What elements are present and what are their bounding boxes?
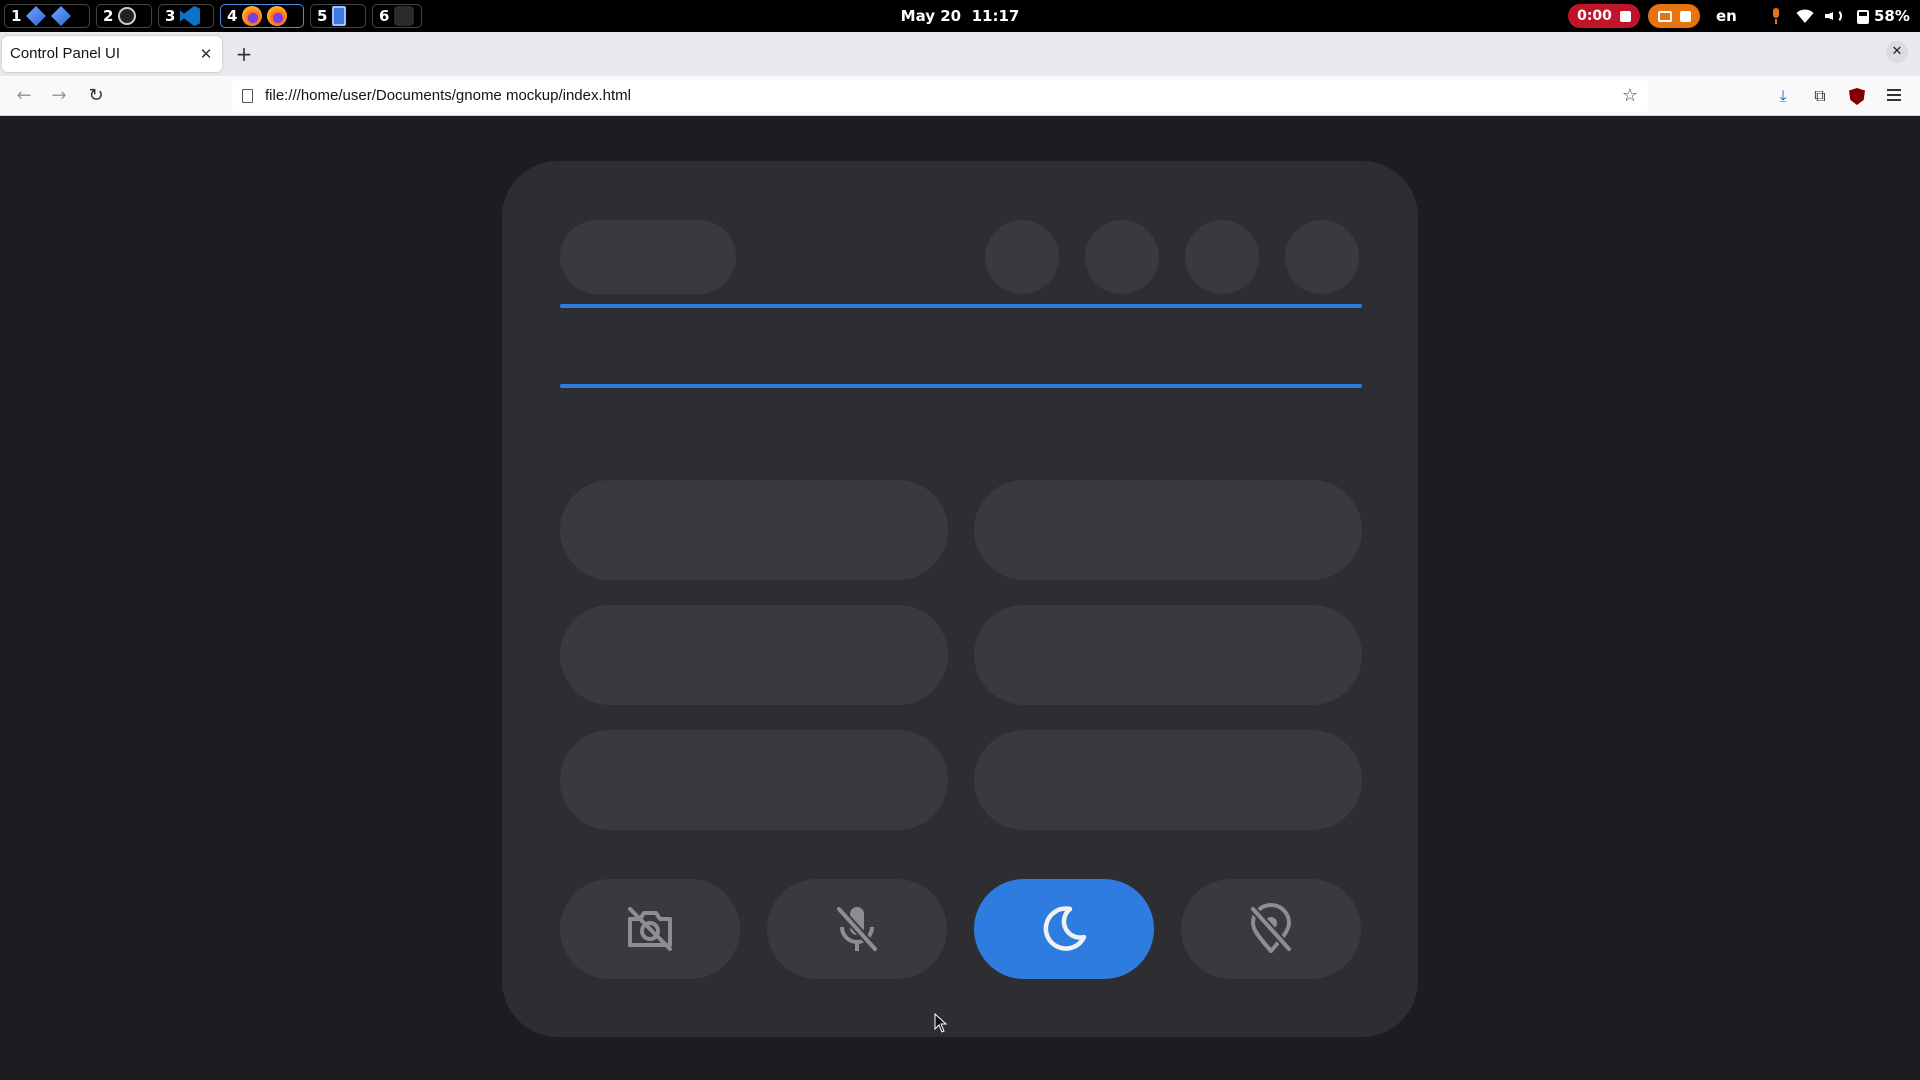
header-pill-placeholder[interactable] bbox=[560, 220, 736, 294]
keyboard-layout-indicator[interactable]: en bbox=[1716, 0, 1737, 32]
bookmark-star-icon[interactable]: ☆ bbox=[1622, 80, 1638, 112]
quick-setting-tile-3[interactable] bbox=[560, 605, 948, 705]
tab-title: Control Panel UI bbox=[10, 45, 121, 62]
brightness-slider[interactable] bbox=[560, 384, 1362, 388]
stop-icon bbox=[1619, 10, 1631, 22]
screen-recording-indicator[interactable]: 0:00 bbox=[1568, 4, 1640, 28]
url-text[interactable]: file:///home/user/Documents/gnome mockup… bbox=[265, 80, 631, 112]
quick-setting-tile-2[interactable] bbox=[974, 480, 1362, 580]
hamburger-menu-icon[interactable] bbox=[1887, 89, 1901, 101]
header-circle-button-3[interactable] bbox=[1185, 220, 1259, 294]
location-off-icon bbox=[1250, 903, 1292, 953]
quick-setting-tile-4[interactable] bbox=[974, 605, 1362, 705]
header-circle-button-4[interactable] bbox=[1285, 220, 1359, 294]
gnome-top-bar: 1 2 3 4 5 6 May 20 11:17 0:00 en 58% bbox=[0, 0, 1920, 32]
screencast-icon bbox=[1657, 10, 1672, 22]
camera-toggle-button[interactable] bbox=[560, 879, 740, 979]
do-not-disturb-toggle-button[interactable] bbox=[974, 879, 1154, 979]
camera-off-icon bbox=[628, 907, 672, 951]
location-toggle-button[interactable] bbox=[1181, 879, 1361, 979]
page-viewport bbox=[0, 117, 1920, 1080]
date: May 20 bbox=[900, 7, 962, 25]
moon-icon bbox=[1043, 906, 1087, 951]
quick-setting-tile-5[interactable] bbox=[560, 730, 948, 830]
wifi-icon[interactable] bbox=[1796, 8, 1814, 24]
stop-icon bbox=[1679, 10, 1691, 22]
browser-tab-bar: Control Panel UI ✕ + ✕ bbox=[0, 32, 1920, 76]
extensions-icon[interactable]: ⧉ bbox=[1808, 84, 1832, 108]
recording-time: 0:00 bbox=[1577, 8, 1612, 24]
battery-icon[interactable] bbox=[1857, 8, 1869, 24]
back-button[interactable]: ← bbox=[10, 82, 38, 110]
control-panel bbox=[502, 161, 1418, 1037]
tab-close-icon[interactable]: ✕ bbox=[196, 44, 216, 64]
browser-nav-bar: ← → ↻ file:///home/user/Documents/gnome … bbox=[0, 76, 1920, 116]
volume-slider[interactable] bbox=[560, 304, 1362, 308]
header-circle-button-2[interactable] bbox=[1085, 220, 1159, 294]
downloads-icon[interactable]: ⤓ bbox=[1771, 84, 1795, 108]
tab-control-panel-ui[interactable]: Control Panel UI ✕ bbox=[2, 36, 222, 72]
quick-setting-tile-6[interactable] bbox=[974, 730, 1362, 830]
forward-button[interactable]: → bbox=[45, 82, 73, 110]
quick-setting-tile-1[interactable] bbox=[560, 480, 948, 580]
microphone-in-use-icon[interactable] bbox=[1771, 8, 1781, 24]
new-tab-button[interactable]: + bbox=[234, 40, 254, 68]
window-close-button[interactable]: ✕ bbox=[1886, 41, 1908, 63]
volume-icon[interactable] bbox=[1825, 8, 1843, 24]
page-icon bbox=[242, 89, 253, 103]
battery-percentage[interactable]: 58% bbox=[1874, 0, 1910, 32]
time: 11:17 bbox=[971, 7, 1020, 25]
microphone-off-icon bbox=[836, 906, 878, 952]
reload-button[interactable]: ↻ bbox=[82, 82, 110, 110]
address-bar[interactable]: file:///home/user/Documents/gnome mockup… bbox=[232, 80, 1648, 112]
ublock-origin-icon[interactable] bbox=[1849, 88, 1865, 105]
microphone-toggle-button[interactable] bbox=[767, 879, 947, 979]
header-circle-button-1[interactable] bbox=[985, 220, 1059, 294]
screen-share-indicator[interactable] bbox=[1648, 4, 1700, 28]
mouse-pointer-icon bbox=[934, 1013, 948, 1033]
